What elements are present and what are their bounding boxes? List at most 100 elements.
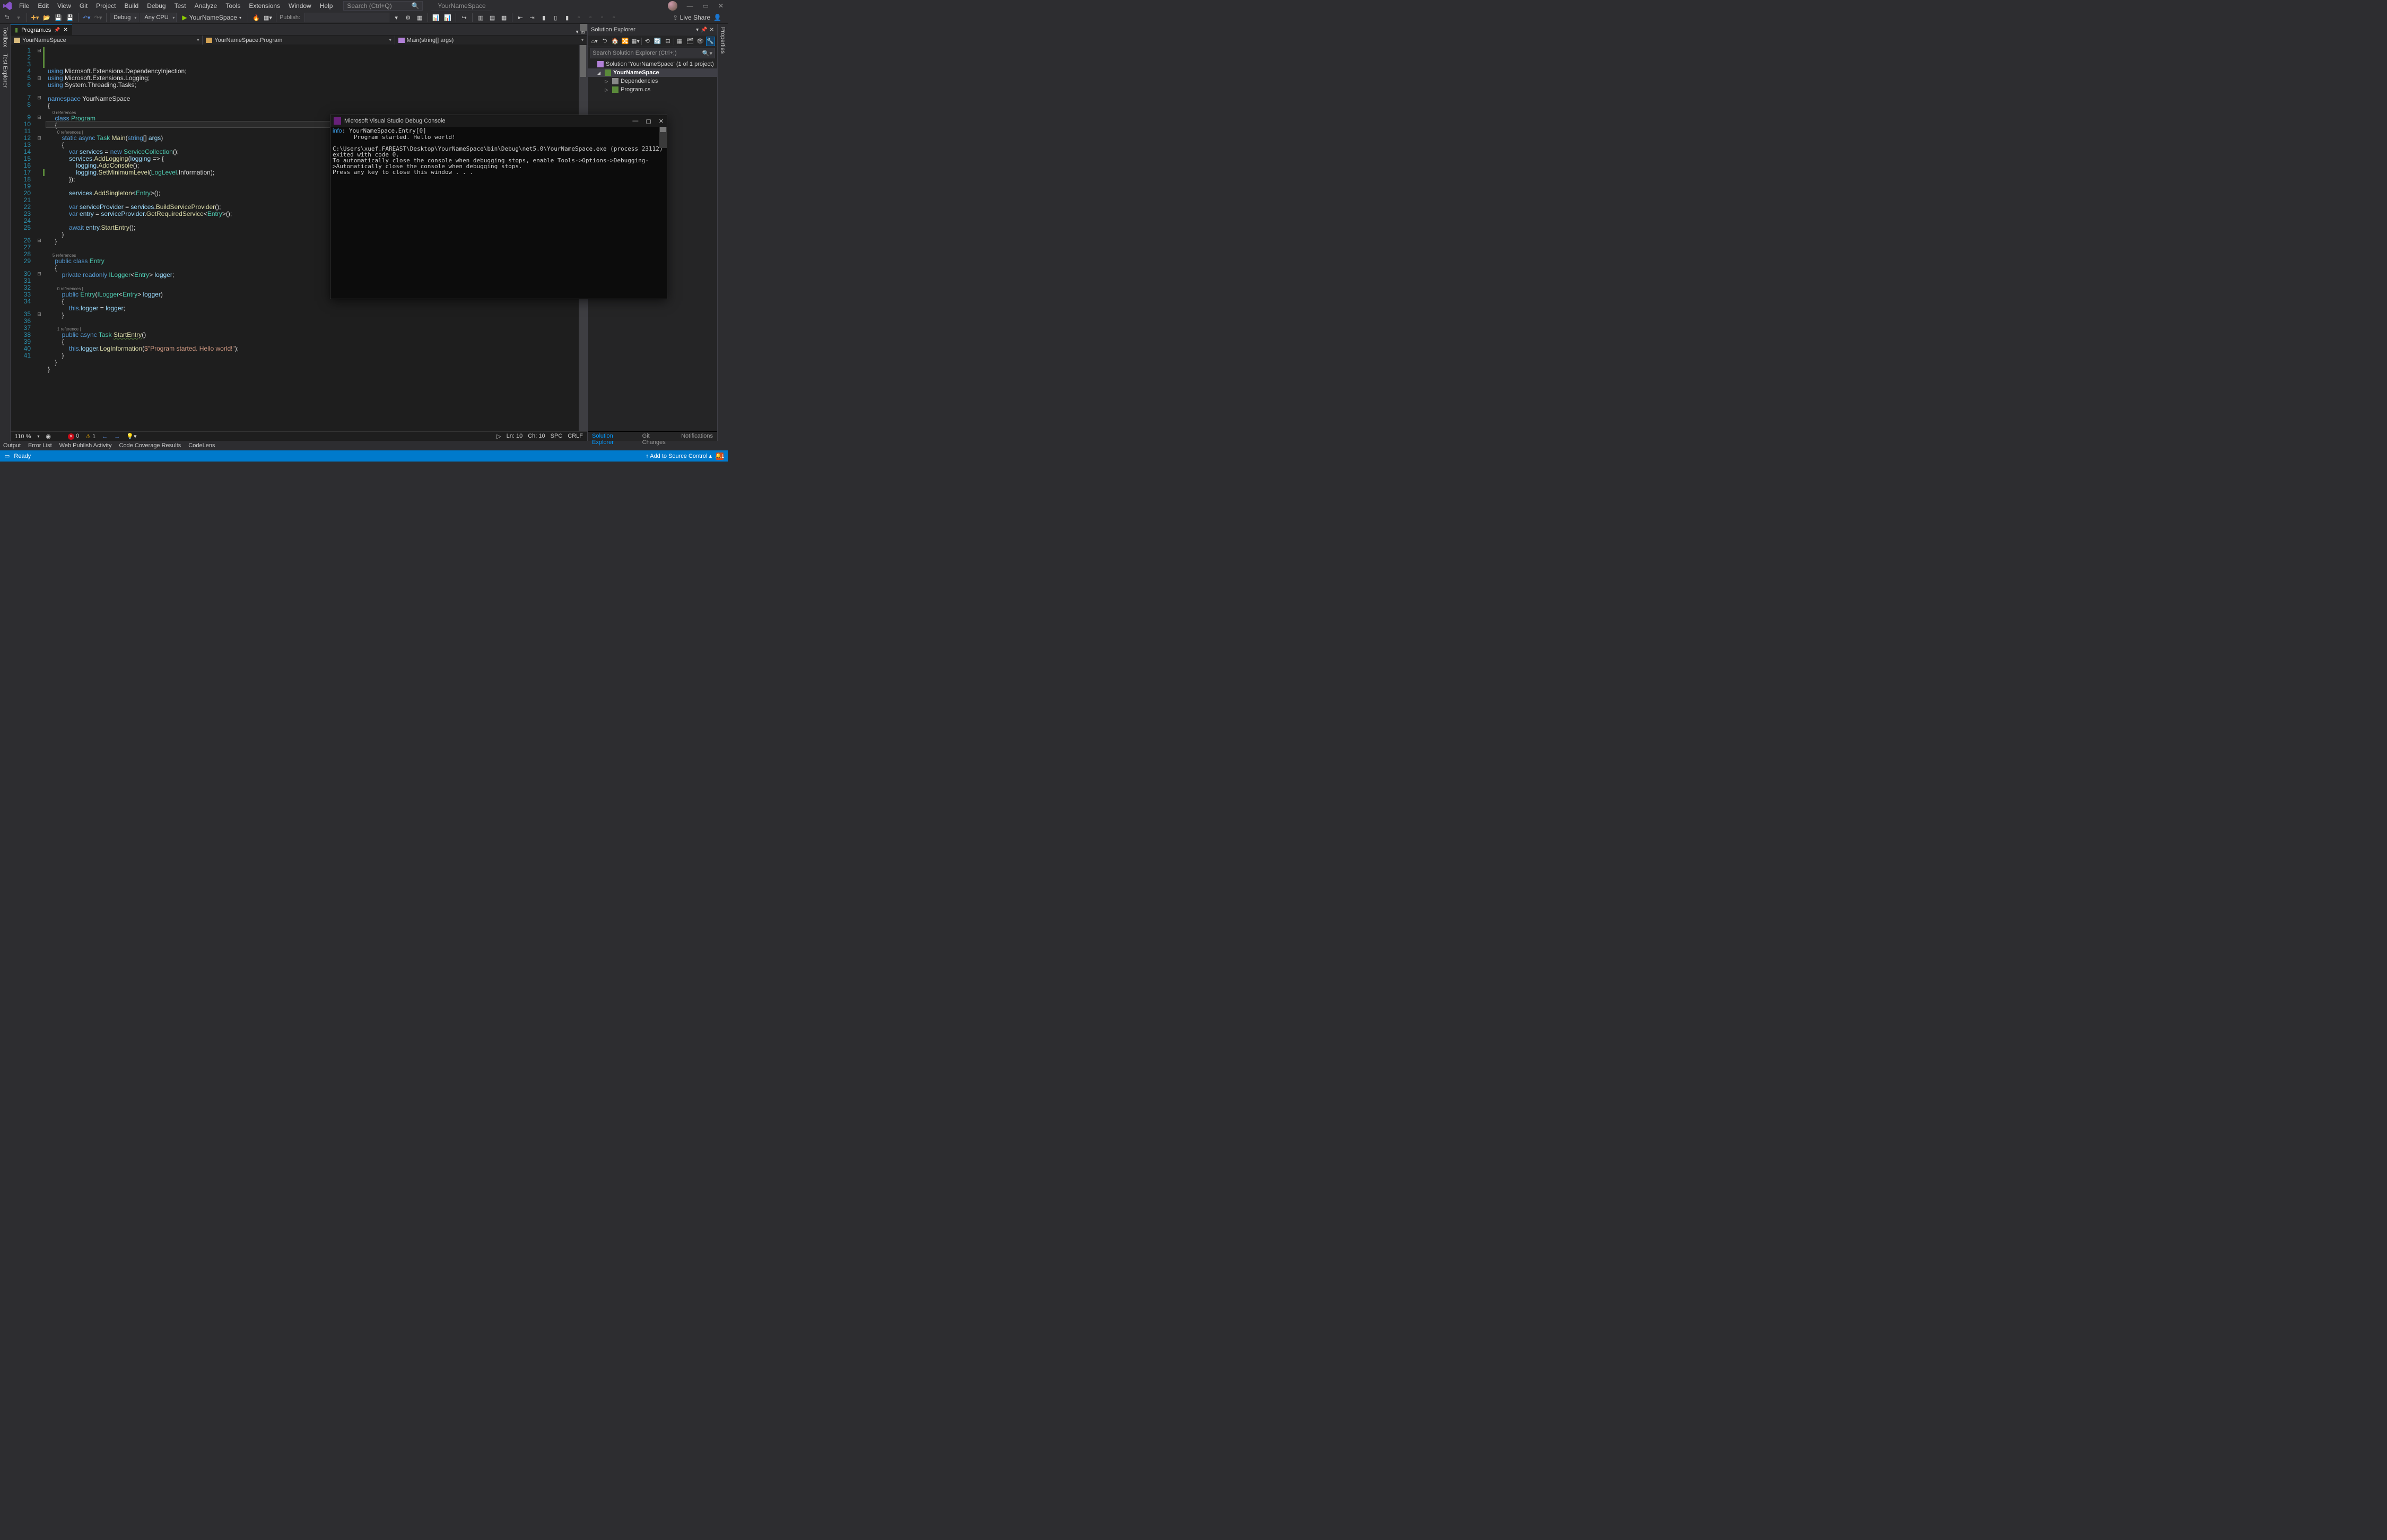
- user-avatar[interactable]: [668, 1, 677, 11]
- menu-help[interactable]: Help: [316, 1, 337, 11]
- se-switch-icon[interactable]: 🔀: [621, 37, 630, 46]
- quick-search[interactable]: Search (Ctrl+Q) 🔍: [343, 1, 423, 11]
- platform-combo[interactable]: Any CPU: [141, 13, 177, 22]
- document-tab[interactable]: ▮ Program.cs 📌 ✕: [11, 24, 72, 35]
- close-tab-icon[interactable]: ✕: [64, 27, 68, 33]
- bottom-tab-codelens[interactable]: CodeLens: [188, 442, 215, 449]
- debug-console-window[interactable]: Microsoft Visual Studio Debug Console — …: [330, 115, 667, 299]
- se-preview-icon[interactable]: 👁: [695, 37, 704, 46]
- properties-tab[interactable]: Properties: [720, 27, 726, 54]
- se-collapse-icon[interactable]: ⊟: [663, 37, 672, 46]
- menu-analyze[interactable]: Analyze: [190, 1, 222, 11]
- find-button[interactable]: ◉: [46, 433, 51, 440]
- console-maximize-button[interactable]: ▢: [646, 118, 651, 125]
- bottom-tab-output[interactable]: Output: [3, 442, 21, 449]
- next-issue-button[interactable]: →: [114, 433, 120, 440]
- menu-window[interactable]: Window: [284, 1, 316, 11]
- se-back-icon[interactable]: ⮌: [600, 37, 609, 46]
- nav-project-combo[interactable]: YourNameSpace: [11, 36, 203, 45]
- console-close-button[interactable]: ✕: [659, 118, 664, 125]
- layout1-icon[interactable]: ▥: [476, 13, 485, 22]
- publish-button[interactable]: ▦: [415, 13, 424, 22]
- split-editor-grip[interactable]: [580, 24, 587, 31]
- se-wrench-icon[interactable]: 🔧: [706, 37, 715, 46]
- se-sync-icon[interactable]: ⟲: [643, 37, 652, 46]
- bookmark-icon[interactable]: ▮: [562, 13, 572, 22]
- c-icrevlesser[interactable]: ▫: [597, 13, 607, 22]
- line-indicator[interactable]: Ln: 10: [507, 433, 523, 440]
- new-item-button[interactable]: ✚▾: [30, 13, 40, 22]
- bottom-tab-error-list[interactable]: Error List: [28, 442, 52, 449]
- step-icon[interactable]: ↪: [459, 13, 469, 22]
- publish-target-combo[interactable]: [304, 13, 389, 22]
- menu-edit[interactable]: Edit: [33, 1, 53, 11]
- prev-issue-button[interactable]: ←: [102, 433, 108, 440]
- add-source-control-button[interactable]: ↑ Add to Source Control ▴: [646, 453, 712, 459]
- layout2-icon[interactable]: ▤: [487, 13, 497, 22]
- publish-drop-icon[interactable]: ▾: [391, 13, 401, 22]
- tab-notifications[interactable]: Notifications: [677, 432, 717, 441]
- scrollbar-thumb[interactable]: [580, 45, 586, 77]
- browse-button[interactable]: ▦▾: [263, 13, 273, 22]
- tree-node[interactable]: ▷Program.cs: [588, 85, 717, 94]
- a-icon[interactable]: ▫: [574, 13, 583, 22]
- menu-tools[interactable]: Tools: [221, 1, 245, 11]
- toolbox-tab[interactable]: Toolbox: [2, 27, 8, 47]
- se-home2-icon[interactable]: 🏠: [611, 37, 620, 46]
- bottom-tab-web-publish-activity[interactable]: Web Publish Activity: [59, 442, 112, 449]
- indent1-icon[interactable]: ⇤: [516, 13, 525, 22]
- admin-icon[interactable]: 👤: [713, 14, 721, 21]
- back-nav-button[interactable]: ⮌: [2, 13, 12, 22]
- b-icon[interactable]: ▫: [586, 13, 595, 22]
- warning-icon[interactable]: ⚠: [85, 433, 91, 440]
- hotreload-button[interactable]: 🔥: [251, 13, 261, 22]
- se-home-icon[interactable]: ⌂▾: [590, 37, 599, 46]
- menu-view[interactable]: View: [53, 1, 75, 11]
- comment-icon[interactable]: ▮: [539, 13, 548, 22]
- panel-options-icon[interactable]: ▾: [696, 27, 699, 33]
- nav-member-combo[interactable]: Main(string[] args): [395, 36, 587, 45]
- menu-build[interactable]: Build: [120, 1, 143, 11]
- tab-solution-explorer[interactable]: Solution Explorer: [588, 432, 638, 441]
- start-debug-button[interactable]: ▶ YourNameSpace ▾: [179, 14, 245, 21]
- tree-node[interactable]: ◢YourNameSpace: [588, 68, 717, 77]
- maximize-button[interactable]: ▭: [703, 2, 709, 10]
- tree-node[interactable]: Solution 'YourNameSpace' (1 of 1 project…: [588, 60, 717, 68]
- minimize-button[interactable]: —: [687, 2, 693, 10]
- menu-project[interactable]: Project: [92, 1, 120, 11]
- pin-icon[interactable]: 📌: [54, 27, 60, 33]
- redo-button[interactable]: ↷▾: [93, 13, 103, 22]
- chart1-icon[interactable]: 📊: [431, 13, 441, 22]
- se-filter-icon[interactable]: ▦▾: [631, 37, 640, 46]
- panel-close-icon[interactable]: ✕: [710, 27, 714, 33]
- layout3-icon[interactable]: ▦: [499, 13, 509, 22]
- solution-explorer-search[interactable]: Search Solution Explorer (Ctrl+;) 🔍▾: [590, 48, 715, 58]
- close-button[interactable]: ✕: [718, 2, 724, 10]
- col-indicator[interactable]: Ch: 10: [528, 433, 545, 440]
- tree-node[interactable]: ▷Dependencies: [588, 77, 717, 85]
- open-button[interactable]: 📂: [42, 13, 51, 22]
- se-refresh-icon[interactable]: 🔄: [653, 37, 662, 46]
- se-showall-icon[interactable]: ▦: [675, 37, 684, 46]
- fold-gutter[interactable]: ⊟⊟⊟⊟⊟⊟⊟⊟: [36, 45, 42, 431]
- gear-icon[interactable]: ⚙: [403, 13, 413, 22]
- bottom-tab-code-coverage-results[interactable]: Code Coverage Results: [119, 442, 181, 449]
- live-share-button[interactable]: ⇪ Live Share: [673, 14, 710, 21]
- console-scroll-thumb[interactable]: [660, 127, 666, 132]
- test-explorer-tab[interactable]: Test Explorer: [2, 54, 8, 88]
- menu-test[interactable]: Test: [170, 1, 190, 11]
- console-title-bar[interactable]: Microsoft Visual Studio Debug Console — …: [330, 115, 667, 127]
- indent2-icon[interactable]: ⇥: [527, 13, 537, 22]
- error-icon[interactable]: ✕: [68, 433, 74, 440]
- console-scrollbar[interactable]: [659, 127, 667, 148]
- zoom-combo[interactable]: 110 %: [15, 433, 31, 440]
- se-properties-icon[interactable]: 🗂: [685, 37, 694, 46]
- eol-indicator[interactable]: CRLF: [568, 433, 583, 440]
- spaces-indicator[interactable]: SPC: [551, 433, 563, 440]
- nav-class-combo[interactable]: YourNameSpace.Program: [203, 36, 395, 45]
- save-all-button[interactable]: 💾: [65, 13, 75, 22]
- menu-git[interactable]: Git: [75, 1, 92, 11]
- console-minimize-button[interactable]: —: [632, 118, 638, 125]
- panel-pin-icon[interactable]: 📌: [701, 27, 707, 33]
- chart2-icon[interactable]: 📊: [443, 13, 452, 22]
